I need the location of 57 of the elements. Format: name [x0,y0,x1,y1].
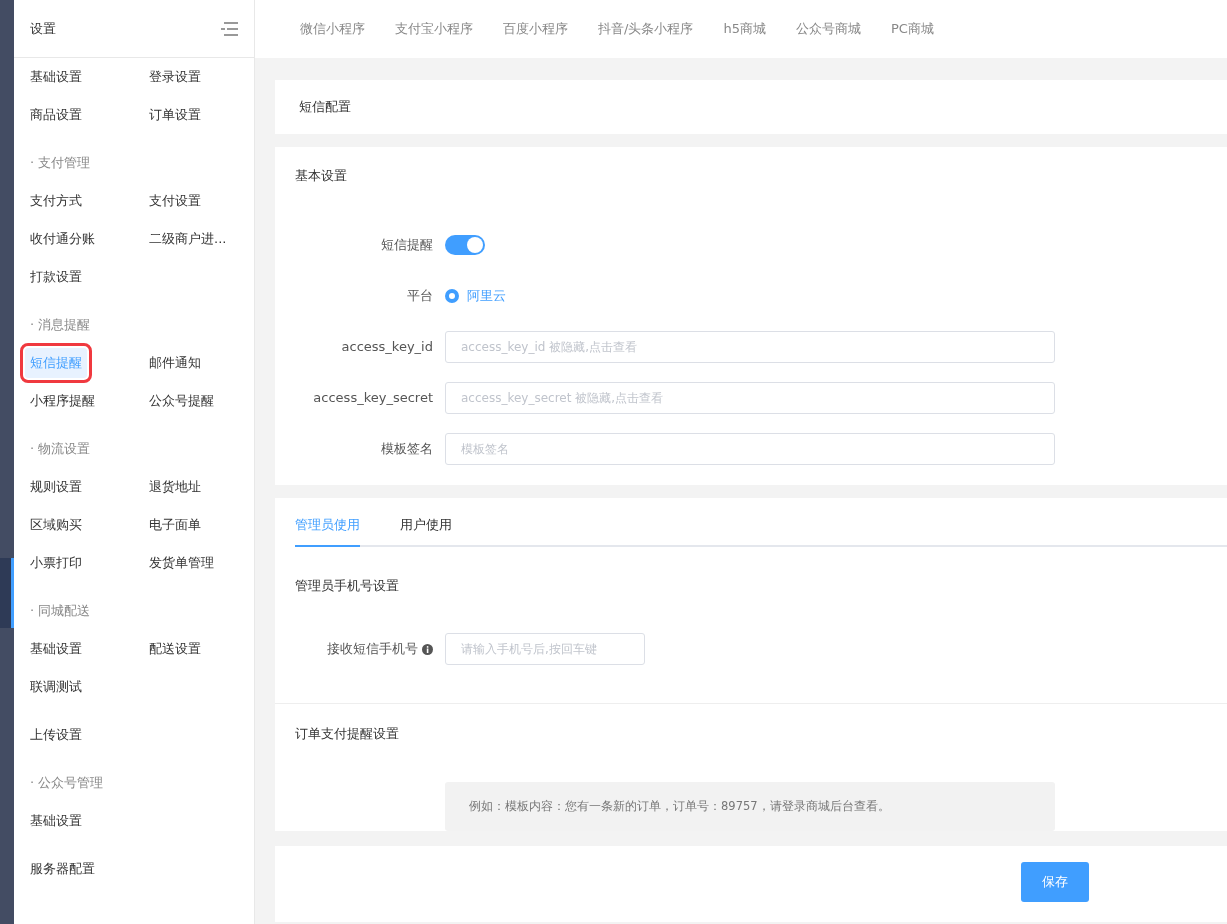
sidebar-item[interactable]: 小程序提醒 [25,386,100,416]
sidebar-item[interactable]: 联调测试 [25,672,87,702]
platform-tab[interactable]: 公众号商城 [795,19,861,39]
field-label: 短信提醒 [380,236,434,255]
field-label: access_key_id [340,338,434,357]
sidebar-item[interactable]: 商品设置 [25,100,87,130]
sidebar-item[interactable]: 电子面单 [144,510,206,540]
sidebar-item[interactable]: 退货地址 [144,472,206,502]
tab[interactable]: 用户使用 [400,515,452,547]
platform-tab[interactable]: 抖音/头条小程序 [598,19,694,39]
sidebar-item[interactable]: 支付设置 [144,186,206,216]
platform-tab[interactable]: 百度小程序 [503,19,568,39]
sidebar-item[interactable]: 小票打印 [25,548,87,578]
field-label: access_key_secret [312,389,434,408]
sidebar-item[interactable]: 配送设置 [144,634,206,664]
field-label: 接收短信手机号 [327,640,418,659]
section-title: 基本设置 [295,166,348,185]
sidebar-section-heading: · 支付管理 [29,154,92,172]
sidebar-section-heading: · 同城配送 [29,602,92,620]
sidebar-title: 设置 [30,19,56,38]
sidebar-item[interactable]: 订单设置 [144,100,206,130]
section-title: 订单支付提醒设置 [295,725,400,743]
template-example-text: 例如：模板内容：您有一条新的订单，订单号：89757，请登录商城后台查看。 [445,781,1055,831]
text-field[interactable]: access_key_id 被隐藏,点击查看 [445,331,1055,363]
radio-button[interactable] [445,289,459,303]
field-label: 平台 [406,287,434,306]
sidebar-item[interactable]: 支付方式 [25,186,87,216]
sidebar-item[interactable]: 规则设置 [25,472,87,502]
platform-tab[interactable]: 微信小程序 [300,19,365,39]
sidebar-section-heading: · 消息提醒 [29,316,92,334]
active-nav-marker [0,558,14,628]
sidebar-item[interactable]: 公众号提醒 [144,386,219,416]
page-title: 短信配置 [299,98,352,116]
sidebar-item[interactable]: 收付通分账 [25,224,100,254]
sidebar-item[interactable]: 基础设置 [25,62,87,92]
sidebar-item[interactable]: 登录设置 [144,62,206,92]
field-label: 模板签名 [380,440,434,459]
section-title: 管理员手机号设置 [295,576,400,595]
sidebar-section-heading: · 物流设置 [29,440,92,458]
sidebar-item[interactable]: 打款设置 [25,262,87,292]
platform-tab[interactable]: h5商城 [723,19,766,39]
sidebar-item[interactable]: 基础设置 [25,806,87,836]
menu-collapse-icon[interactable] [221,21,238,36]
sidebar-item[interactable]: 服务器配置 [25,854,100,884]
sidebar-item[interactable]: 基础设置 [25,634,87,664]
sidebar-section-heading: · 公众号管理 [29,774,105,792]
text-field[interactable]: 模板签名 [445,433,1055,465]
platform-tab[interactable]: PC商城 [890,19,934,39]
sidebar-item[interactable]: 上传设置 [25,720,87,750]
sidebar-item[interactable]: 发货单管理 [144,548,219,578]
sidebar-item[interactable]: 邮件通知 [144,348,206,378]
toggle-switch[interactable] [445,235,485,255]
platform-tab[interactable]: 支付宝小程序 [395,19,473,39]
sidebar-item[interactable]: 二级商户进... [144,224,232,254]
text-field[interactable]: access_key_secret 被隐藏,点击查看 [445,382,1055,414]
sidebar-item[interactable]: 区域购买 [25,510,87,540]
info-icon [422,643,433,655]
